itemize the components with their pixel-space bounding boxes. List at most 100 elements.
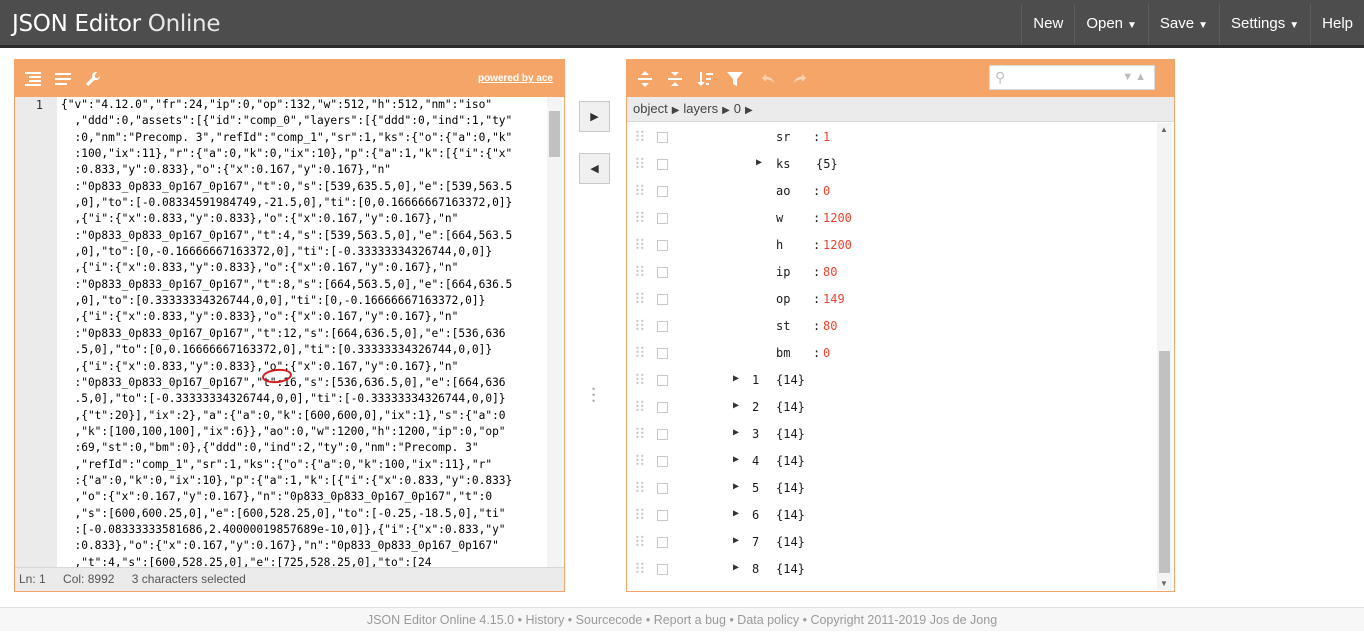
tree-row[interactable]: •• •• •• ▶ ks {5} [627,151,1157,178]
drag-handle-icon[interactable]: •• •• •• [635,426,645,442]
field-value[interactable]: 80 [823,319,837,333]
array-index[interactable]: 4 [752,454,759,468]
field-value[interactable]: 1200 [823,211,852,225]
object-count[interactable]: {14} [776,400,805,414]
field-name[interactable]: bm [776,346,790,360]
tree-search-input[interactable]: ⚲ ▼▲ [989,65,1155,90]
menu-open[interactable]: Open ▼ [1074,4,1148,45]
undo-icon[interactable] [759,69,779,89]
array-index[interactable]: 2 [752,400,759,414]
tree-row[interactable]: •• •• •• ▶ 3 {14} [627,421,1157,448]
tree-row[interactable]: •• •• •• h:1200 [627,232,1157,259]
sort-icon[interactable] [695,69,715,89]
expand-arrow-icon[interactable]: ▶ [733,562,739,573]
drag-handle-icon[interactable]: •• •• •• [635,453,645,469]
copy-to-left-button[interactable]: ◀ [579,153,610,184]
drag-handle-icon[interactable]: •• •• •• [635,291,645,307]
field-value[interactable]: 1200 [823,238,852,252]
splitter-drag-handle-icon[interactable]: • • • [592,385,597,406]
expand-all-icon[interactable] [635,69,655,89]
array-index[interactable]: 1 [752,373,759,387]
row-select-checkbox[interactable] [657,375,668,386]
row-select-checkbox[interactable] [657,132,668,143]
tree-row[interactable]: •• •• •• w:1200 [627,205,1157,232]
menu-new[interactable]: New [1021,4,1074,45]
tree-row[interactable]: •• •• •• ▶ 1 {14} [627,367,1157,394]
app-logo[interactable]: JSON Editor Online [12,11,220,37]
expand-arrow-icon[interactable]: ▶ [733,454,739,465]
drag-handle-icon[interactable]: •• •• •• [635,561,645,577]
menu-settings[interactable]: Settings ▼ [1219,4,1310,45]
code-scrollbar[interactable] [547,97,562,567]
drag-handle-icon[interactable]: •• •• •• [635,264,645,280]
row-select-checkbox[interactable] [657,456,668,467]
compact-json-icon[interactable] [53,69,73,89]
code-scrollbar-thumb[interactable] [549,111,560,157]
drag-handle-icon[interactable]: •• •• •• [635,480,645,496]
tree-row[interactable]: •• •• •• ao:0 [627,178,1157,205]
expand-arrow-icon[interactable]: ▶ [733,373,739,384]
row-select-checkbox[interactable] [657,267,668,278]
repair-wrench-icon[interactable] [83,69,103,89]
field-value[interactable]: 0 [823,346,830,360]
row-select-checkbox[interactable] [657,240,668,251]
row-select-checkbox[interactable] [657,429,668,440]
field-value[interactable]: 0 [823,184,830,198]
expand-arrow-icon[interactable]: ▶ [733,535,739,546]
redo-icon[interactable] [789,69,809,89]
expand-arrow-icon[interactable]: ▶ [756,157,762,168]
drag-handle-icon[interactable]: •• •• •• [635,534,645,550]
field-name[interactable]: ip [776,265,790,279]
field-name[interactable]: ks [776,157,790,171]
tree-row[interactable]: •• •• •• ▶ 6 {14} [627,502,1157,529]
menu-save[interactable]: Save ▼ [1147,4,1219,45]
drag-handle-icon[interactable]: •• •• •• [635,372,645,388]
object-count[interactable]: {5} [816,157,838,171]
object-count[interactable]: {14} [776,454,805,468]
drag-handle-icon[interactable]: •• •• •• [635,129,645,145]
field-name[interactable]: ao [776,184,790,198]
tree-row[interactable]: •• •• •• op:149 [627,286,1157,313]
row-select-checkbox[interactable] [657,159,668,170]
array-index[interactable]: 7 [752,535,759,549]
array-index[interactable]: 6 [752,508,759,522]
menu-help[interactable]: Help [1310,4,1364,45]
drag-handle-icon[interactable]: •• •• •• [635,183,645,199]
array-index[interactable]: 8 [752,562,759,576]
tree-row[interactable]: •• •• •• sr:1 [627,124,1157,151]
field-name[interactable]: op [776,292,790,306]
field-value[interactable]: 1 [823,130,830,144]
row-select-checkbox[interactable] [657,321,668,332]
object-count[interactable]: {14} [776,562,805,576]
field-name[interactable]: st [776,319,790,333]
array-index[interactable]: 3 [752,427,759,441]
row-select-checkbox[interactable] [657,213,668,224]
drag-handle-icon[interactable]: •• •• •• [635,156,645,172]
tree-row[interactable]: •• •• •• ▶ 4 {14} [627,448,1157,475]
tree-row[interactable]: •• •• •• ▶ 2 {14} [627,394,1157,421]
array-index[interactable]: 5 [752,481,759,495]
row-select-checkbox[interactable] [657,186,668,197]
object-count[interactable]: {14} [776,481,805,495]
code-text-area[interactable]: {"v":"4.12.0","fr":24,"ip":0,"op":132,"w… [61,97,549,567]
object-count[interactable]: {14} [776,508,805,522]
tree-row[interactable]: •• •• •• bm:0 [627,340,1157,367]
collapse-all-icon[interactable] [665,69,685,89]
format-json-icon[interactable] [23,69,43,89]
row-select-checkbox[interactable] [657,483,668,494]
field-value[interactable]: 80 [823,265,837,279]
object-count[interactable]: {14} [776,535,805,549]
row-select-checkbox[interactable] [657,402,668,413]
tree-scrollbar-thumb[interactable] [1159,351,1170,573]
drag-handle-icon[interactable]: •• •• •• [635,318,645,334]
tree-row[interactable]: •• •• •• st:80 [627,313,1157,340]
tree-row[interactable]: •• •• •• ▶ 7 {14} [627,529,1157,556]
expand-arrow-icon[interactable]: ▶ [733,427,739,438]
drag-handle-icon[interactable]: •• •• •• [635,210,645,226]
expand-arrow-icon[interactable]: ▶ [733,400,739,411]
drag-handle-icon[interactable]: •• •• •• [635,507,645,523]
tree-scrollbar[interactable]: ▲ ▼ [1157,123,1172,590]
drag-handle-icon[interactable]: •• •• •• [635,237,645,253]
row-select-checkbox[interactable] [657,564,668,575]
field-name[interactable]: h [776,238,783,252]
